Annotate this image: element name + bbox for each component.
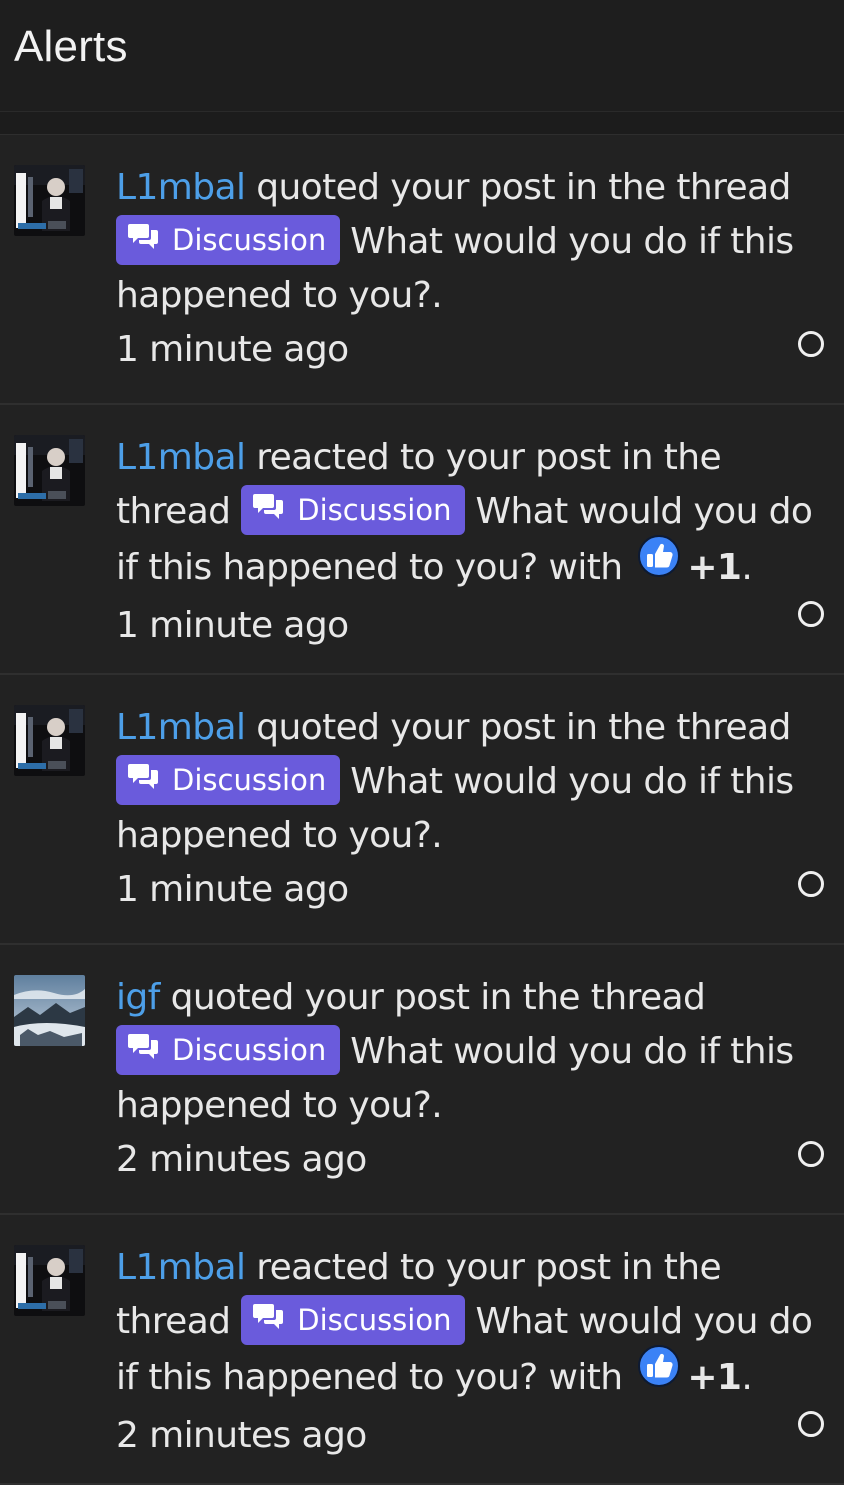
prefix-badge-label: Discussion (297, 1303, 452, 1337)
reaction-label: +1 (687, 547, 742, 588)
alert-time: 1 minute ago (116, 605, 349, 646)
alert-time: 1 minute ago (116, 869, 349, 910)
alert-action: quoted your post in the thread (256, 707, 791, 748)
alert-action: quoted your post in the thread (170, 977, 706, 1018)
alert-time: 1 minute ago (116, 329, 349, 370)
alert-username[interactable]: igf (116, 977, 160, 1018)
page-title: Alerts (14, 22, 128, 71)
reaction-label: +1 (687, 1357, 742, 1398)
discussion-chat-icon (253, 485, 285, 535)
mark-read-circle-icon[interactable] (798, 331, 824, 357)
prefix-badge-discussion[interactable]: Discussion (116, 755, 341, 805)
alert-text: L1mbal quoted your post in the thread Di… (116, 161, 824, 377)
prefix-badge-label: Discussion (297, 493, 452, 527)
alert-list: L1mbal quoted your post in the thread Di… (0, 135, 844, 1485)
alert-username[interactable]: L1mbal (116, 1247, 246, 1288)
alert-item-5[interactable]: L1mbal reacted to your post in the threa… (0, 1215, 844, 1485)
avatar[interactable] (14, 705, 85, 776)
discussion-chat-icon (128, 1025, 160, 1075)
alert-item-3[interactable]: L1mbal quoted your post in the thread Di… (0, 675, 844, 945)
alert-text: L1mbal quoted your post in the thread Di… (116, 701, 824, 917)
reaction-part: with +1 (538, 535, 742, 588)
mark-read-circle-icon[interactable] (798, 1141, 824, 1167)
alert-time: 2 minutes ago (116, 1139, 367, 1180)
alert-username[interactable]: L1mbal (116, 437, 246, 478)
alert-text: L1mbal reacted to your post in the threa… (116, 1241, 824, 1463)
avatar[interactable] (14, 975, 85, 1046)
sentence-end: . (431, 275, 443, 316)
prefix-badge-label: Discussion (172, 1033, 327, 1067)
alert-text: igf quoted your post in the thread Discu… (116, 971, 824, 1187)
prefix-badge-discussion[interactable]: Discussion (116, 215, 341, 265)
sentence-end: . (741, 1357, 753, 1398)
discussion-chat-icon (253, 1295, 285, 1345)
mark-read-circle-icon[interactable] (798, 1411, 824, 1437)
mark-read-circle-icon[interactable] (798, 871, 824, 897)
alert-item-2[interactable]: L1mbal reacted to your post in the threa… (0, 405, 844, 675)
alert-username[interactable]: L1mbal (116, 707, 246, 748)
sentence-end: . (431, 1085, 443, 1126)
thumbs-up-icon (637, 534, 681, 594)
alert-item-4[interactable]: igf quoted your post in the thread Discu… (0, 945, 844, 1215)
alert-action: quoted your post in the thread (256, 167, 791, 208)
prefix-badge-discussion[interactable]: Discussion (241, 1295, 466, 1345)
thumbs-up-icon (637, 1344, 681, 1404)
avatar[interactable] (14, 1245, 85, 1316)
alert-username[interactable]: L1mbal (116, 167, 246, 208)
reaction-part: with +1 (538, 1345, 742, 1398)
prefix-badge-label: Discussion (172, 223, 327, 257)
header-divider (0, 112, 844, 135)
alert-text: L1mbal reacted to your post in the threa… (116, 431, 824, 653)
prefix-badge-label: Discussion (172, 763, 327, 797)
prefix-badge-discussion[interactable]: Discussion (241, 485, 466, 535)
avatar[interactable] (14, 165, 85, 236)
discussion-chat-icon (128, 215, 160, 265)
sentence-end: . (431, 815, 443, 856)
alerts-header: Alerts (0, 0, 844, 112)
prefix-badge-discussion[interactable]: Discussion (116, 1025, 341, 1075)
avatar[interactable] (14, 435, 85, 506)
alert-item-1[interactable]: L1mbal quoted your post in the thread Di… (0, 135, 844, 405)
sentence-end: . (741, 547, 753, 588)
discussion-chat-icon (128, 755, 160, 805)
alert-time: 2 minutes ago (116, 1415, 367, 1456)
mark-read-circle-icon[interactable] (798, 601, 824, 627)
